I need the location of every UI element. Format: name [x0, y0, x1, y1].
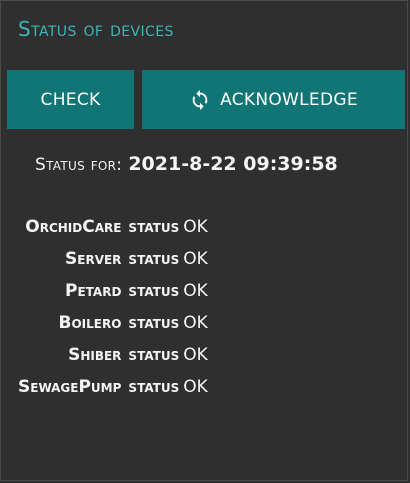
panel-title: Status of devices	[18, 17, 174, 41]
device-status-panel: Status of devices CHECK ACKNOWLEDGE Stat…	[0, 0, 408, 481]
device-status: status OK	[128, 339, 207, 371]
status-word: status	[128, 345, 180, 365]
refresh-icon	[192, 89, 208, 110]
acknowledge-label: ACKNOWLEDGE	[220, 89, 358, 110]
status-word: status	[128, 281, 180, 301]
table-row: SewagePump status OK	[18, 371, 208, 403]
device-status: status OK	[128, 211, 207, 243]
device-name: Server	[65, 249, 122, 269]
device-status: status OK	[128, 243, 207, 275]
status-timestamp: 2021-8-22 09:39:58	[128, 153, 338, 175]
status-value: OK	[183, 217, 208, 237]
device-name: Petard	[65, 281, 122, 301]
table-row: OrchidCare status OK	[18, 211, 208, 243]
acknowledge-button[interactable]: ACKNOWLEDGE	[142, 70, 405, 129]
table-row: Boilero status OK	[18, 307, 208, 339]
table-row: Shiber status OK	[18, 339, 208, 371]
table-row: Petard status OK	[18, 275, 208, 307]
status-value: OK	[183, 377, 208, 397]
status-value: OK	[183, 249, 208, 269]
device-name: Boilero	[58, 313, 122, 333]
status-value: OK	[183, 313, 208, 333]
status-value: OK	[183, 281, 208, 301]
status-word: status	[128, 377, 180, 397]
device-status: status OK	[128, 275, 207, 307]
status-word: status	[128, 249, 180, 269]
status-value: OK	[183, 345, 208, 365]
device-status-table: OrchidCare status OK Server status OK Peta…	[18, 211, 208, 403]
status-for-label: Status for:	[35, 155, 123, 175]
table-row: Server status OK	[18, 243, 208, 275]
device-name: Shiber	[68, 345, 122, 365]
device-name: OrchidCare	[25, 217, 122, 237]
check-button[interactable]: CHECK	[7, 70, 134, 129]
device-status: status OK	[128, 371, 207, 403]
status-word: status	[128, 313, 180, 333]
device-name: SewagePump	[18, 377, 122, 397]
device-status: status OK	[128, 307, 207, 339]
status-word: status	[128, 217, 180, 237]
status-timestamp-row: Status for: 2021-8-22 09:39:58	[35, 153, 338, 175]
